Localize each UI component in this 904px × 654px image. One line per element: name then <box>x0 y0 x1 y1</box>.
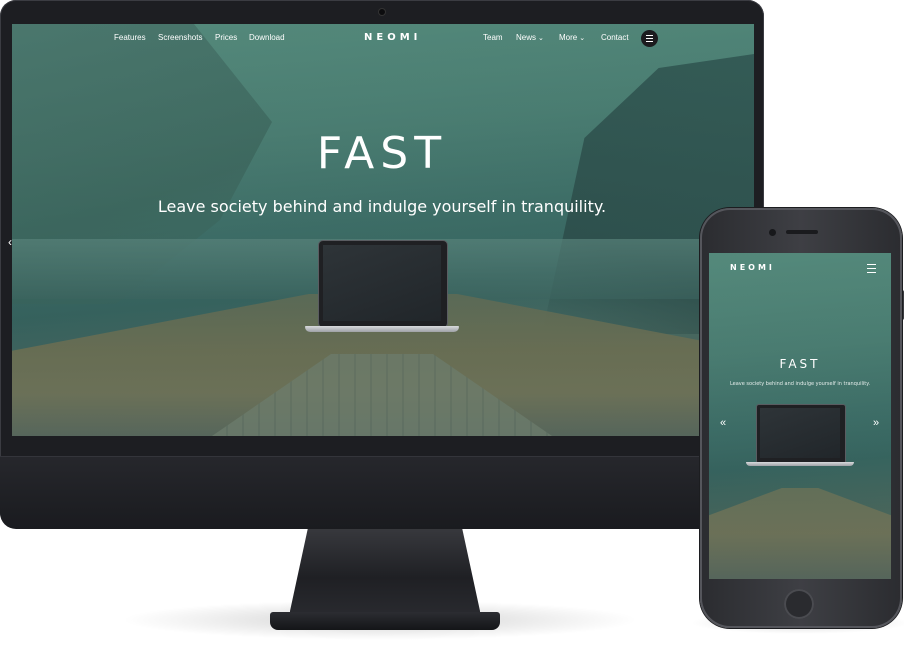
nav-screenshots[interactable]: Screenshots <box>158 33 202 43</box>
camera-icon <box>769 229 776 236</box>
hamburger-icon <box>646 35 653 42</box>
boat <box>709 488 891 579</box>
laptop-base <box>305 326 459 332</box>
slider-prev-arrow[interactable]: ‹ <box>8 235 12 249</box>
mobile-laptop-base <box>746 462 854 466</box>
site-logo[interactable]: NEOMI <box>364 32 421 43</box>
laptop-screen <box>323 245 441 321</box>
hero-title: FAST <box>316 128 448 179</box>
nav-features[interactable]: Features <box>114 33 146 43</box>
mobile-next-arrow[interactable]: » <box>873 417 879 429</box>
nav-news-label: News <box>516 33 537 42</box>
camera-icon <box>379 9 385 15</box>
menu-button[interactable] <box>641 30 658 47</box>
imac-stand <box>290 523 480 623</box>
nav-more-label: More <box>559 33 578 42</box>
nav-news[interactable]: News ⌄ <box>516 33 544 44</box>
mobile-laptop-screen <box>760 408 840 458</box>
nav-more[interactable]: More ⌄ <box>559 33 585 44</box>
mobile-hero-title: FAST <box>779 357 821 371</box>
nav-contact[interactable]: Contact <box>601 33 629 43</box>
nav-download[interactable]: Download <box>249 33 285 43</box>
imac-chin <box>0 456 764 529</box>
chevron-down-icon: ⌄ <box>538 35 544 42</box>
desktop-screen <box>12 24 754 436</box>
nav-prices[interactable]: Prices <box>215 33 237 43</box>
home-button[interactable] <box>784 589 814 619</box>
nav-team[interactable]: Team <box>483 33 503 43</box>
mobile-hero-subtitle: Leave society behind and indulge yoursel… <box>729 381 871 387</box>
mobile-logo[interactable]: NEOMI <box>730 263 775 272</box>
chevron-down-icon: ⌄ <box>579 35 586 42</box>
imac-stand-base <box>270 612 500 630</box>
hero-subtitle: Leave society behind and indulge yoursel… <box>157 197 607 216</box>
hamburger-icon[interactable] <box>867 264 876 273</box>
mobile-prev-arrow[interactable]: « <box>720 417 726 429</box>
phone-earpiece <box>786 230 818 234</box>
